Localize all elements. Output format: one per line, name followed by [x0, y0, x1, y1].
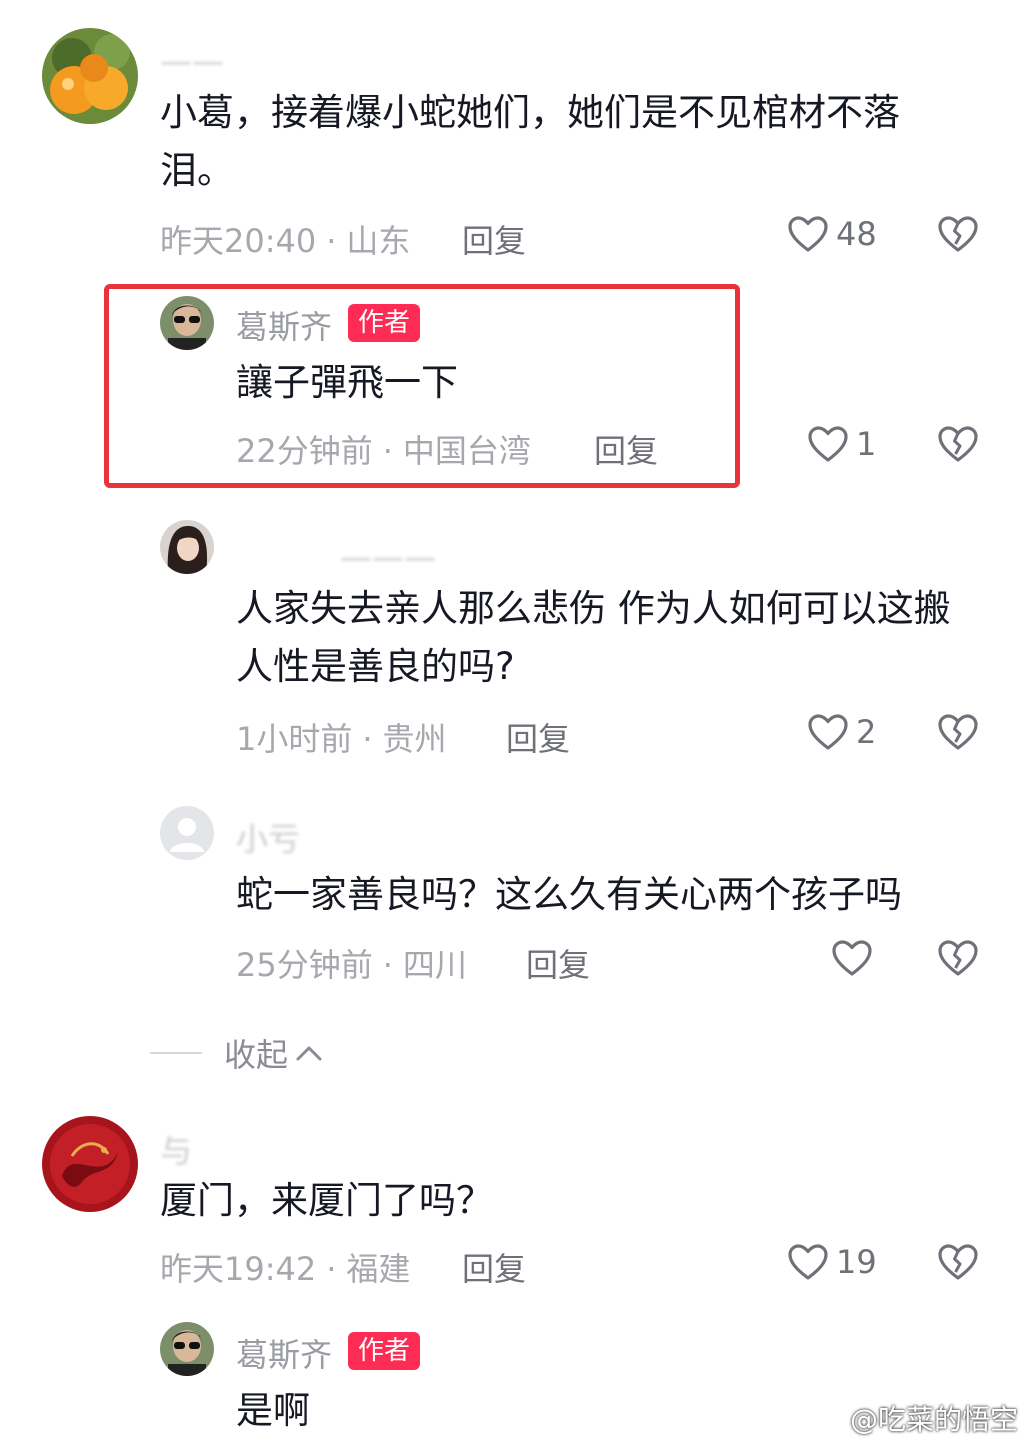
comment-text: 小葛，接着爆小蛇她们，她们是不见棺材不落泪。 [160, 91, 900, 192]
author-name[interactable]: 葛斯齐 [236, 1330, 332, 1376]
heart-icon [806, 712, 850, 752]
comment-location: 四川 [402, 946, 467, 984]
man-sunglasses-avatar[interactable] [160, 1322, 214, 1376]
comment-time: 25分钟前 [236, 946, 373, 984]
author-badge: 作者 [348, 304, 421, 342]
collapse-label: 收起 [224, 1036, 289, 1074]
heart-icon [830, 938, 874, 978]
comment-location: 山东 [346, 222, 411, 260]
broken-heart-icon [936, 1242, 980, 1282]
heart-icon [786, 1242, 830, 1282]
author-name[interactable]: 葛斯齐 [236, 302, 332, 348]
comment-time: 1小时前 [236, 720, 353, 758]
commenter-name[interactable]: ——— [340, 538, 436, 576]
like-count: 19 [836, 1243, 877, 1281]
default-user-avatar[interactable] [160, 806, 214, 860]
comment-text: 讓子彈飛一下 [236, 361, 458, 404]
heart-icon [786, 214, 830, 254]
reply-button[interactable]: 回复 [462, 1244, 526, 1290]
man-sunglasses-avatar[interactable] [160, 296, 214, 350]
comment-meta: 昨天20:40 · 山东 [160, 222, 411, 260]
comment-time: 昨天19:42 [160, 1250, 317, 1288]
dislike-button[interactable] [936, 1242, 980, 1286]
comment-text: 人家失去亲人那么悲伤 作为人如何可以这搬 人性是善良的吗? [236, 587, 951, 688]
reply-button[interactable]: 回复 [506, 714, 570, 760]
red-dragon-avatar[interactable] [42, 1116, 138, 1212]
comment-meta: 1小时前 · 贵州 [236, 720, 447, 758]
broken-heart-icon [936, 424, 980, 464]
collapse-replies-button[interactable]: 收起 [150, 1030, 324, 1076]
orange-fruit-avatar[interactable] [42, 28, 138, 124]
like-button[interactable]: 19 [786, 1242, 877, 1282]
like-count: 2 [856, 713, 877, 751]
like-button[interactable]: 2 [806, 712, 876, 752]
comment-text: 厦门，来厦门了吗？ [160, 1179, 493, 1222]
comment-meta: 22分钟前 · 中国台湾 [236, 432, 531, 470]
dislike-button[interactable] [936, 214, 980, 258]
divider-line [150, 1052, 202, 1054]
dislike-button[interactable] [936, 938, 980, 982]
like-count: 1 [856, 425, 877, 463]
comment-time: 昨天20:40 [160, 222, 317, 260]
broken-heart-icon [936, 712, 980, 752]
comment-time: 22分钟前 [236, 432, 373, 470]
comment-text: 蛇一家善良吗？这么久有关心两个孩子吗 [236, 873, 902, 916]
like-button[interactable]: 48 [786, 214, 877, 254]
comment-location: 福建 [346, 1250, 411, 1288]
comment-text: 是啊 [236, 1389, 310, 1432]
broken-heart-icon [936, 214, 980, 254]
like-button[interactable] [830, 938, 880, 978]
dislike-button[interactable] [936, 424, 980, 468]
watermark-text: @吃菜的悟空 [849, 1403, 1018, 1436]
reply-button[interactable]: 回复 [462, 216, 526, 262]
commenter-name[interactable]: 与 [160, 1126, 192, 1172]
like-count: 48 [836, 215, 877, 253]
chevron-up-icon [296, 1046, 322, 1061]
like-button[interactable]: 1 [806, 424, 876, 464]
heart-icon [806, 424, 850, 464]
reply-button[interactable]: 回复 [594, 426, 658, 472]
commenter-name[interactable]: 小亏 [236, 814, 300, 860]
comment-location: 贵州 [382, 720, 447, 758]
reply-button[interactable]: 回复 [526, 940, 590, 986]
comment-location: 中国台湾 [402, 432, 531, 470]
comment-meta: 昨天19:42 · 福建 [160, 1250, 411, 1288]
dislike-button[interactable] [936, 712, 980, 756]
comment-meta: 25分钟前 · 四川 [236, 946, 467, 984]
broken-heart-icon [936, 938, 980, 978]
author-badge: 作者 [348, 1332, 421, 1370]
woman-avatar[interactable] [160, 520, 214, 574]
commenter-name[interactable]: —— [160, 42, 224, 80]
